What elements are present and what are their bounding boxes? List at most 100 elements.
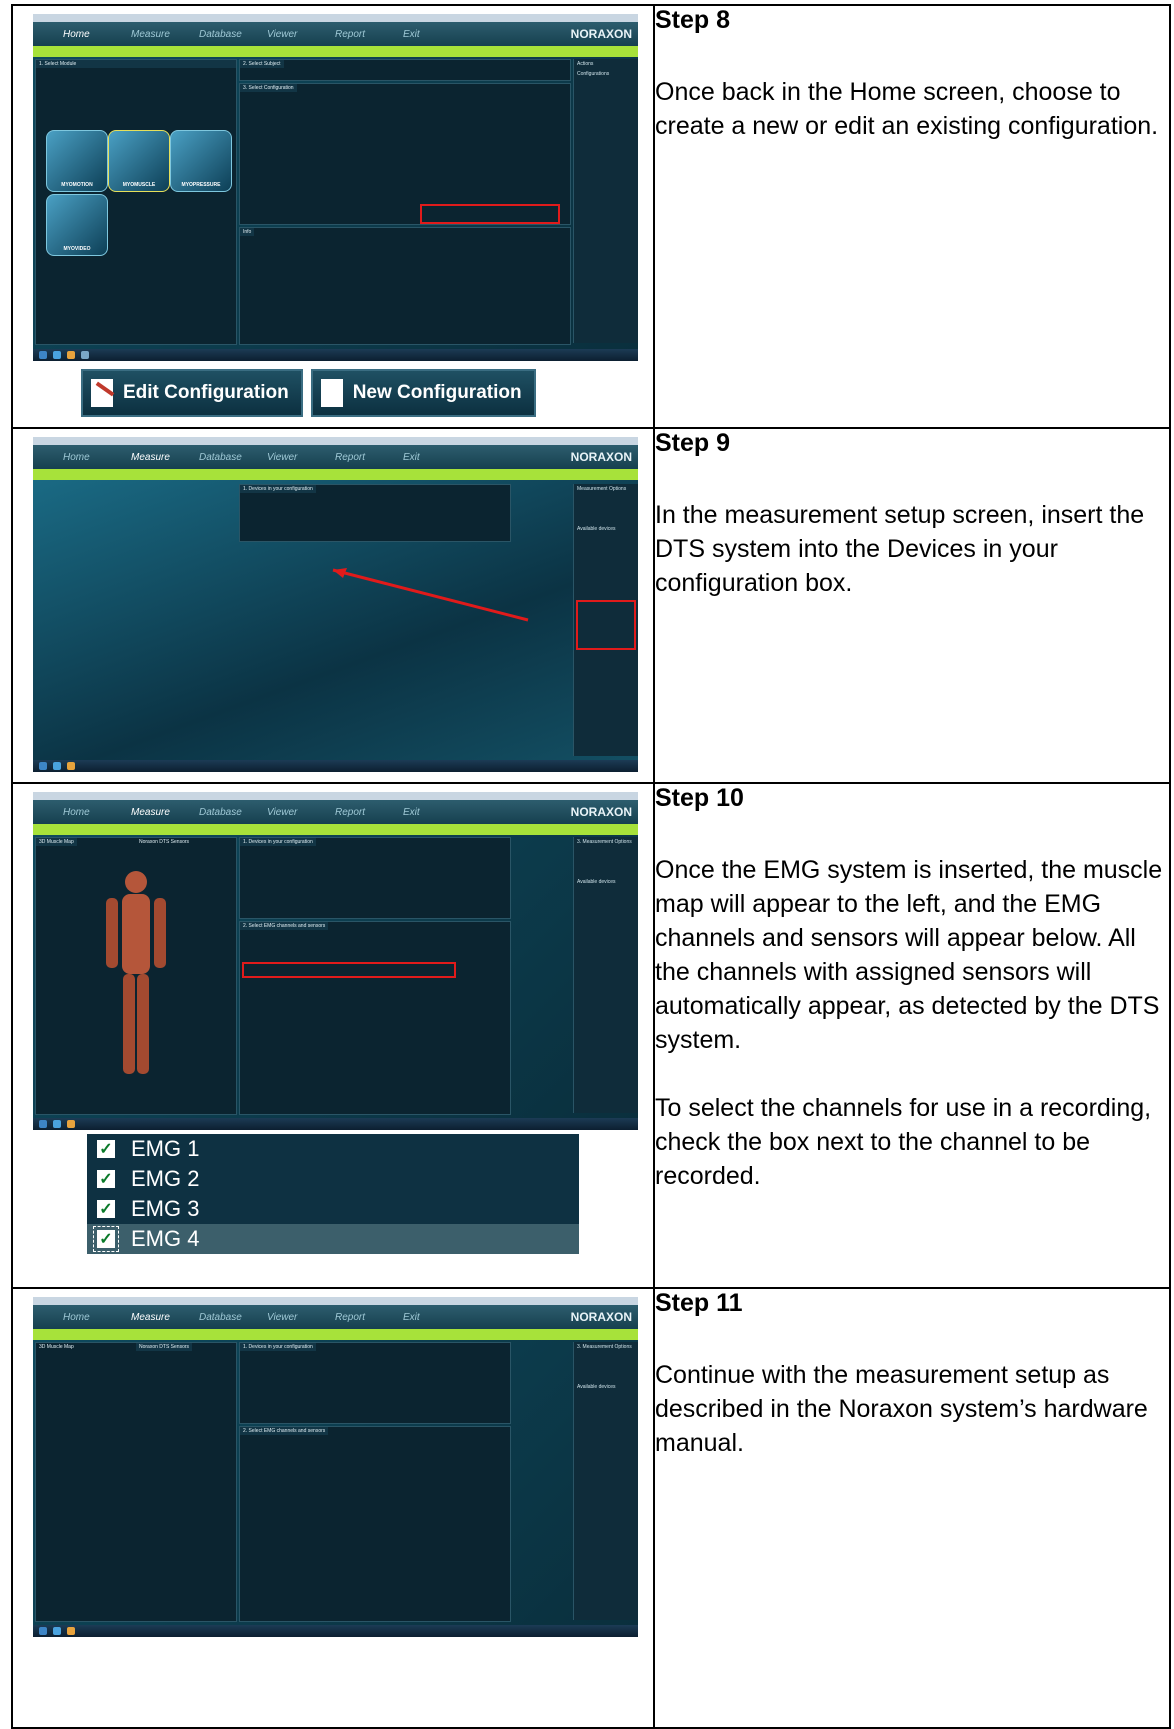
channel-label: EMG 2	[131, 1166, 200, 1191]
new-document-icon	[320, 379, 343, 407]
panel-header: 1. Devices in your configuration	[240, 1343, 316, 1351]
browser-icon[interactable]	[53, 1627, 61, 1635]
button-label: New Configuration	[352, 382, 522, 403]
nav-database[interactable]: Database	[199, 29, 267, 40]
text-cell: Step 9 In the measurement setup screen, …	[653, 427, 1171, 784]
step-text: In the measurement setup screen, insert …	[655, 501, 1145, 597]
start-icon[interactable]	[39, 351, 47, 359]
module-label: MYOVIDEO	[63, 246, 91, 252]
brand-logo: NORAXON	[570, 1310, 632, 1324]
measure-content: 1. Devices in your configuration Measure…	[33, 480, 638, 760]
app-screenshot: Home Measure Database Viewer Report Exit…	[33, 437, 638, 772]
browser-icon[interactable]	[53, 1120, 61, 1128]
step-title: Step 8	[655, 6, 731, 34]
edit-configuration-button[interactable]: Edit Configuration	[81, 369, 303, 417]
new-configuration-button[interactable]: New Configuration	[310, 369, 536, 417]
nav-home[interactable]: Home	[63, 29, 131, 40]
options-sidebar: 3. Measurement Options Available devices	[573, 1342, 638, 1620]
emg-channels-panel: 2. Select EMG channels and sensors	[239, 1426, 511, 1622]
channel-row[interactable]: ✓ EMG 3	[87, 1194, 579, 1224]
top-nav: Home Measure Database Viewer Report Exit…	[33, 800, 638, 824]
highlight-box	[420, 204, 560, 224]
nav-home[interactable]: Home	[63, 807, 131, 818]
module-label: MYOPRESSURE	[181, 182, 221, 188]
configurations-header: Configurations	[577, 71, 610, 77]
emg-channels-panel: 2. Select EMG channels and sensors	[239, 921, 511, 1115]
info-panel: Info	[239, 227, 571, 345]
module-myomotion[interactable]: MYOMOTION	[46, 130, 108, 192]
folder-icon[interactable]	[67, 1627, 75, 1635]
nav-exit[interactable]: Exit	[403, 807, 471, 818]
os-taskbar	[33, 349, 638, 361]
browser-icon[interactable]	[53, 351, 61, 359]
app-screenshot: Home Measure Database Viewer Report Exit…	[33, 14, 638, 361]
available-devices-header: Available devices	[577, 879, 616, 885]
app-screenshot: Home Measure Database Viewer Report Exit…	[33, 792, 638, 1130]
start-icon[interactable]	[39, 762, 47, 770]
checkbox-checked-icon[interactable]: ✓	[93, 1226, 119, 1252]
folder-icon[interactable]	[67, 762, 75, 770]
start-icon[interactable]	[39, 1627, 47, 1635]
nav-home[interactable]: Home	[63, 452, 131, 463]
channel-row[interactable]: ✓ EMG 1	[87, 1134, 579, 1164]
channel-label: EMG 1	[131, 1136, 200, 1161]
nav-measure[interactable]: Measure	[131, 807, 199, 818]
nav-measure[interactable]: Measure	[131, 1312, 199, 1323]
nav-report[interactable]: Report	[335, 807, 403, 818]
browser-icon[interactable]	[53, 762, 61, 770]
module-label: MYOMOTION	[61, 182, 93, 188]
nav-exit[interactable]: Exit	[403, 1312, 471, 1323]
available-devices-header: Available devices	[577, 1384, 616, 1390]
tab-3d-muscle-map[interactable]: 3D Muscle Map	[36, 838, 77, 846]
channel-row[interactable]: ✓ EMG 2	[87, 1164, 579, 1194]
tab-dts-sensors[interactable]: Noraxon DTS Sensors	[136, 838, 193, 846]
checkbox-checked-icon[interactable]: ✓	[97, 1140, 115, 1158]
muscle-map-panel: 3D Muscle Map Noraxon DTS Sensors	[35, 837, 237, 1115]
top-nav: Home Measure Database Viewer Report Exit…	[33, 445, 638, 469]
devices-panel: 1. Devices in your configuration	[239, 1342, 511, 1424]
nav-viewer[interactable]: Viewer	[267, 29, 335, 40]
nav-database[interactable]: Database	[199, 807, 267, 818]
nav-report[interactable]: Report	[335, 1312, 403, 1323]
measurement-options-header: 3. Measurement Options	[577, 839, 632, 845]
measure-content: 3D Muscle Map Noraxon DTS Sensors 1. Dev…	[33, 835, 638, 1118]
nav-database[interactable]: Database	[199, 452, 267, 463]
start-icon[interactable]	[39, 1120, 47, 1128]
os-taskbar	[33, 1625, 638, 1637]
options-sidebar: 3. Measurement Options Available devices	[573, 837, 638, 1113]
highlight-box	[242, 962, 456, 978]
tab-dts-sensors[interactable]: Noraxon DTS Sensors	[136, 1343, 193, 1351]
nav-home[interactable]: Home	[63, 1312, 131, 1323]
panel-header: Info	[240, 228, 255, 236]
module-myovideo[interactable]: MYOVIDEO	[46, 194, 108, 256]
app-icon[interactable]	[81, 351, 89, 359]
zoomed-buttons: Edit Configuration New Configuration	[81, 369, 653, 417]
nav-viewer[interactable]: Viewer	[267, 807, 335, 818]
panel-header: 1. Select Module	[36, 60, 236, 68]
steps-table: Home Measure Database Viewer Report Exit…	[11, 4, 1171, 1729]
nav-viewer[interactable]: Viewer	[267, 452, 335, 463]
nav-report[interactable]: Report	[335, 29, 403, 40]
module-myomuscle[interactable]: MYOMUSCLE	[108, 130, 170, 192]
brand-logo: NORAXON	[570, 805, 632, 819]
nav-report[interactable]: Report	[335, 452, 403, 463]
brand-logo: NORAXON	[570, 450, 632, 464]
module-myopressure[interactable]: MYOPRESSURE	[170, 130, 232, 192]
select-module-panel: 1. Select Module MYOMOTION MYOMUSCLE MYO…	[35, 59, 237, 345]
nav-measure[interactable]: Measure	[131, 452, 199, 463]
nav-exit[interactable]: Exit	[403, 29, 471, 40]
nav-database[interactable]: Database	[199, 1312, 267, 1323]
checkbox-checked-icon[interactable]: ✓	[97, 1200, 115, 1218]
folder-icon[interactable]	[67, 1120, 75, 1128]
nav-measure[interactable]: Measure	[131, 29, 199, 40]
devices-panel: 1. Devices in your configuration	[239, 837, 511, 919]
nav-viewer[interactable]: Viewer	[267, 1312, 335, 1323]
nav-exit[interactable]: Exit	[403, 452, 471, 463]
os-taskbar	[33, 1118, 638, 1130]
checkbox-checked-icon[interactable]: ✓	[97, 1170, 115, 1188]
channel-row[interactable]: ✓ EMG 4	[87, 1224, 579, 1254]
highlight-box	[576, 600, 636, 650]
folder-icon[interactable]	[67, 351, 75, 359]
step-row: Home Measure Database Viewer Report Exit…	[11, 4, 1171, 429]
tab-3d-muscle-map[interactable]: 3D Muscle Map	[36, 1343, 77, 1351]
